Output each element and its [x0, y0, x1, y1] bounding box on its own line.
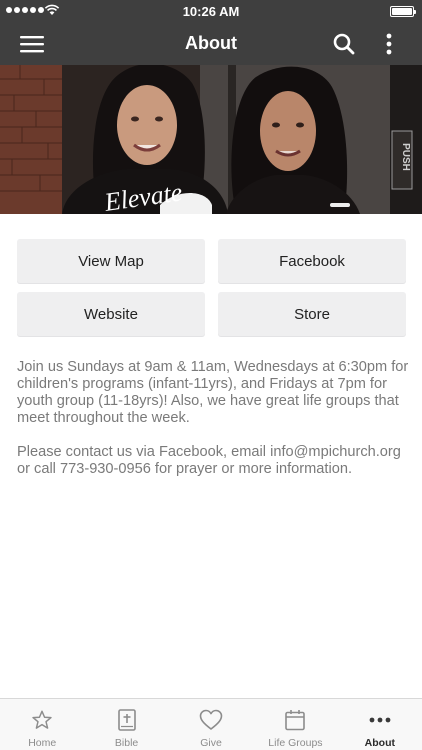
view-map-button[interactable]: View Map: [17, 239, 205, 283]
tab-label: Bible: [114, 737, 139, 749]
more-vertical-icon[interactable]: [373, 28, 405, 60]
status-bar: 10:26 AM: [0, 0, 422, 22]
tab-about[interactable]: About: [338, 699, 422, 750]
facebook-button[interactable]: Facebook: [218, 239, 406, 283]
calendar-icon: [284, 708, 306, 732]
tab-bible[interactable]: Bible: [84, 699, 168, 750]
hero-image: PUSH Elevate: [0, 65, 422, 214]
door-sign-text: PUSH: [400, 143, 411, 171]
tab-give[interactable]: Give: [169, 699, 253, 750]
search-icon[interactable]: [328, 28, 360, 60]
status-time: 10:26 AM: [182, 4, 240, 19]
tab-label: Home: [28, 737, 57, 749]
tab-life-groups[interactable]: Life Groups: [253, 699, 337, 750]
nav-bar: About: [0, 22, 422, 65]
contact-paragraph: Please contact us via Facebook, email in…: [17, 444, 401, 477]
battery-icon: [390, 6, 416, 17]
tab-bar: Home Bible Give Life Groups About: [0, 698, 422, 750]
store-button[interactable]: Store: [218, 292, 406, 336]
heart-icon: [199, 708, 223, 732]
about-description: Join us Sundays at 9am & 11am, Wednesday…: [17, 359, 409, 478]
tab-home[interactable]: Home: [0, 699, 84, 750]
tab-label: About: [364, 737, 395, 749]
tab-label: Life Groups: [268, 737, 323, 749]
star-icon: [31, 708, 53, 732]
bible-icon: [117, 708, 137, 732]
website-button[interactable]: Website: [17, 292, 205, 336]
service-times-paragraph: Join us Sundays at 9am & 11am, Wednesday…: [17, 359, 409, 426]
more-dots-icon: [369, 708, 391, 732]
hero-photo: PUSH Elevate: [0, 65, 422, 214]
tab-label: Give: [200, 737, 222, 749]
